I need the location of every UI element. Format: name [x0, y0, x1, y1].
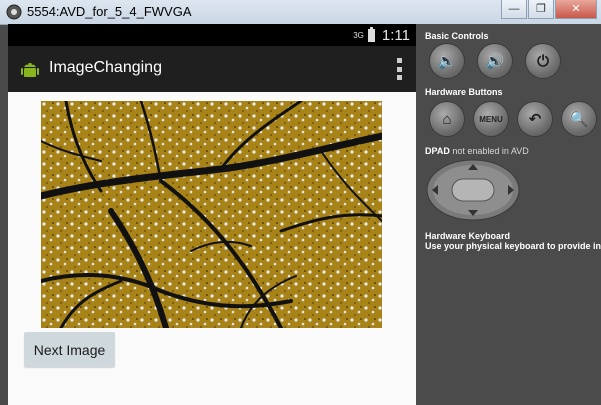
home-icon[interactable]: ⌂ — [430, 102, 464, 136]
minimize-button[interactable]: — — [501, 0, 527, 19]
hardware-buttons-row: ⌂ MENU ↶ 🔍 — [430, 102, 596, 136]
emulator-controls-panel: Basic Controls 🔈 🔊 ⏻ Hardware Buttons ⌂ … — [416, 24, 601, 405]
window-title-bar: 5554:AVD_for_5_4_FWVGA — ❐ ✕ — [0, 0, 601, 25]
basic-controls-label: Basic Controls — [425, 31, 489, 41]
status-icons: 3G 1:11 — [353, 27, 410, 44]
menu-button-label: MENU — [479, 114, 503, 124]
status-time: 1:11 — [381, 27, 410, 44]
close-button[interactable]: ✕ — [555, 0, 597, 19]
next-image-button[interactable]: Next Image — [24, 332, 115, 367]
menu-button[interactable]: MENU — [474, 102, 508, 136]
hardware-keyboard-label: Hardware Keyboard — [425, 231, 511, 241]
window-title: 5554:AVD_for_5_4_FWVGA — [27, 4, 192, 19]
action-bar: ImageChanging — [8, 46, 416, 92]
dpad-note: not enabled in AVD — [452, 146, 529, 156]
basic-controls-row: 🔈 🔊 ⏻ — [430, 44, 560, 78]
dpad-control[interactable] — [426, 159, 520, 221]
dpad-label: DPAD — [425, 146, 450, 156]
volume-down-icon[interactable]: 🔈 — [430, 44, 464, 78]
dpad-status: DPAD not enabled in AVD — [425, 146, 529, 156]
status-bar: 3G 1:11 — [8, 24, 416, 46]
window-controls: — ❐ ✕ — [500, 0, 597, 20]
emulator-app-icon — [6, 4, 22, 20]
signal-indicator: 3G — [353, 31, 364, 40]
battery-icon — [367, 27, 375, 42]
hardware-buttons-label: Hardware Buttons — [425, 87, 503, 97]
maximize-button[interactable]: ❐ — [528, 0, 554, 19]
search-icon[interactable]: 🔍 — [562, 102, 596, 136]
android-app-icon — [21, 63, 39, 77]
hardware-keyboard-description: Use your physical keyboard to provide in… — [425, 241, 601, 251]
power-icon[interactable]: ⏻ — [526, 44, 560, 78]
volume-up-icon[interactable]: 🔊 — [478, 44, 512, 78]
back-icon[interactable]: ↶ — [518, 102, 552, 136]
overflow-menu-icon[interactable] — [397, 58, 402, 80]
tree-branches-image — [41, 101, 382, 328]
phone-screen: 3G 1:11 ImageChanging Next Image — [8, 24, 416, 405]
app-title: ImageChanging — [49, 59, 162, 76]
